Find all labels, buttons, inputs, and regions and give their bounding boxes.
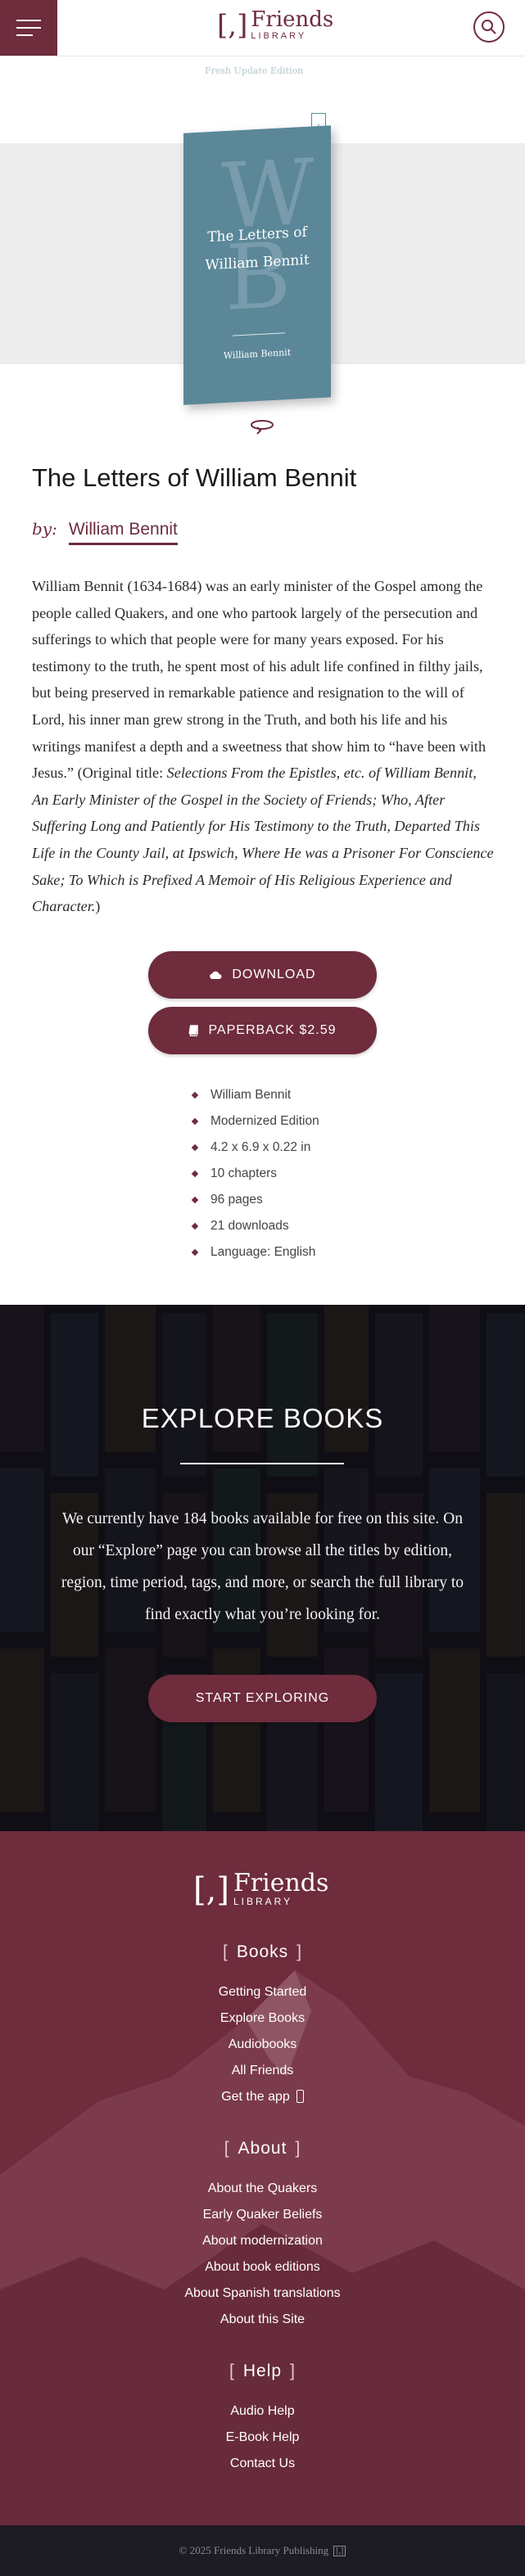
list-item: 96 pages — [191, 1187, 319, 1213]
footer-link-all-friends[interactable]: All Friends — [0, 2064, 525, 2078]
copyright-bar: © 2025 Friends Library Publishing [,] — [0, 2525, 525, 2576]
cover-author: William Bennit — [223, 346, 292, 362]
meta-dimensions: 4.2 x 6.9 x 0.22 in — [210, 1140, 311, 1154]
footer-heading-about: [About] — [224, 2139, 301, 2158]
footer-link-early-beliefs[interactable]: Early Quaker Beliefs — [0, 2208, 525, 2222]
footer-logo-sub: LIBRARY — [233, 1896, 293, 1907]
logo-bracket: [,] — [217, 9, 248, 42]
list-item: William Bennit — [191, 1082, 319, 1108]
footer-logo-bracket: [,] — [193, 1870, 229, 1909]
meta-chapters: 10 chapters — [210, 1166, 277, 1180]
paperback-label: PAPERBACK $2.59 — [208, 1023, 337, 1037]
diamond-bullet-icon — [191, 1196, 199, 1204]
logo-sub: LIBRARY — [251, 31, 307, 41]
diamond-bullet-icon — [191, 1170, 199, 1178]
footer-link-get-app-label: Get the app — [221, 2090, 290, 2104]
copyright-logo-mark: [,] — [333, 2545, 346, 2556]
rotate-book-icon[interactable] — [249, 417, 275, 435]
download-button[interactable]: DOWNLOAD — [148, 951, 377, 999]
list-item: 4.2 x 6.9 x 0.22 in — [191, 1135, 319, 1161]
book-description: William Bennit (1634-1684) was an early … — [32, 573, 495, 920]
footer-link-contact[interactable]: Contact Us — [0, 2456, 525, 2471]
list-item: 10 chapters — [191, 1161, 319, 1187]
footer-logo-word: Friends — [233, 1869, 329, 1897]
diamond-bullet-icon — [191, 1091, 199, 1099]
cover-rule — [233, 332, 285, 336]
footer-link-audio-help[interactable]: Audio Help — [0, 2404, 525, 2419]
book-icon — [188, 1025, 199, 1036]
author-link[interactable]: William Bennit — [68, 520, 178, 545]
footer-link-book-editions[interactable]: About book editions — [0, 2260, 525, 2275]
site-logo[interactable]: [,] Friends LIBRARY — [217, 7, 334, 42]
site-footer: [,] Friends LIBRARY [Books] Getting Star… — [0, 1831, 525, 2525]
footer-link-getting-started[interactable]: Getting Started — [0, 1985, 525, 2000]
footer-link-explore-books[interactable]: Explore Books — [0, 2011, 525, 2026]
diamond-bullet-icon — [191, 1248, 199, 1256]
description-text: William Bennit (1634-1684) was an early … — [32, 578, 487, 782]
meta-author: William Bennit — [210, 1088, 292, 1102]
list-item: 21 downloads — [191, 1213, 319, 1239]
paperback-button[interactable]: PAPERBACK $2.59 — [148, 1007, 377, 1054]
explore-title: EXPLORE BOOKS — [141, 1403, 384, 1433]
footer-link-modernization[interactable]: About modernization — [0, 2234, 525, 2249]
footer-logo[interactable]: [,] Friends LIBRARY — [193, 1869, 329, 1909]
list-item: Modernized Edition — [191, 1108, 319, 1135]
meta-downloads: 21 downloads — [210, 1219, 289, 1233]
footer-link-about-quakers[interactable]: About the Quakers — [0, 2181, 525, 2196]
description-end: ) — [95, 898, 101, 915]
search-icon — [482, 20, 496, 34]
diamond-bullet-icon — [191, 1222, 199, 1230]
footer-heading-label: Books — [236, 1942, 289, 1961]
search-button[interactable] — [473, 11, 505, 43]
meta-pages: 96 pages — [210, 1193, 263, 1207]
footer-link-get-app[interactable]: Get the app — [0, 2090, 525, 2105]
copyright-text: © 2025 Friends Library Publishing — [179, 2544, 329, 2556]
by-label: by: — [32, 519, 57, 539]
footer-link-ebook-help[interactable]: E-Book Help — [0, 2430, 525, 2445]
footer-heading-label: About — [238, 2139, 287, 2158]
start-exploring-button[interactable]: START EXPLORING — [148, 1675, 377, 1722]
book-title: The Letters of William Bennit — [32, 463, 357, 492]
cover-edition-tag: Fresh Update Edition — [205, 65, 304, 76]
book-meta-list: William Bennit Modernized Edition 4.2 x … — [191, 1082, 319, 1265]
footer-link-about-site[interactable]: About this Site — [0, 2312, 525, 2327]
footer-link-spanish[interactable]: About Spanish translations — [0, 2286, 525, 2301]
author-line: by: William Bennit — [32, 519, 178, 545]
mountain-background — [0, 1970, 525, 2525]
footer-heading-label: Help — [242, 2362, 283, 2380]
footer-heading-help: [Help] — [229, 2362, 296, 2380]
phone-icon — [296, 2090, 304, 2103]
explore-section: EXPLORE BOOKS We currently have 184 book… — [0, 1305, 525, 1831]
list-item: Language: English — [191, 1239, 319, 1265]
menu-button[interactable] — [0, 0, 57, 56]
diamond-bullet-icon — [191, 1117, 199, 1126]
original-title: Selections From the Epistles, etc. of Wi… — [32, 765, 494, 915]
hamburger-icon — [16, 20, 41, 36]
explore-text: We currently have 184 books available fo… — [61, 1510, 464, 1623]
meta-language: Language: English — [210, 1245, 316, 1259]
footer-link-audiobooks[interactable]: Audiobooks — [0, 2037, 525, 2052]
diamond-bullet-icon — [191, 1144, 199, 1152]
site-header: [,] Friends LIBRARY — [0, 0, 525, 56]
cloud-icon — [210, 971, 222, 979]
meta-edition: Modernized Edition — [210, 1114, 319, 1128]
explore-rule — [180, 1463, 344, 1464]
download-label: DOWNLOAD — [232, 968, 316, 981]
logo-word: Friends — [251, 7, 334, 32]
footer-heading-books: [Books] — [222, 1942, 303, 1961]
book-cover[interactable]: WB The Letters of William Bennit William… — [183, 125, 331, 405]
cover-title: The Letters of William Bennit — [183, 217, 331, 280]
